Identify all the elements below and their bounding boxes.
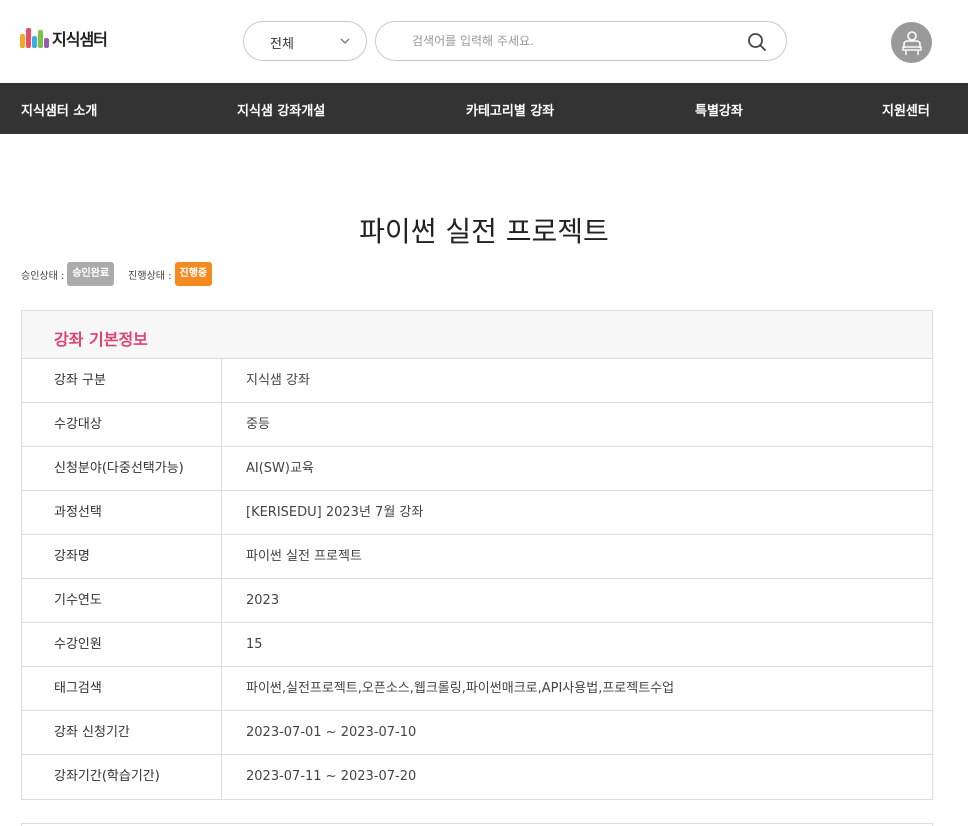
- category-select-value: 전체: [270, 37, 294, 52]
- row-value: 중등: [246, 417, 270, 432]
- table-row: 강좌 구분 지식샘 강좌: [22, 359, 932, 403]
- table-row: 태그검색 파이썬,실전프로젝트,오픈소스,웹크롤링,파이썬매크로,API사용법,…: [22, 667, 932, 711]
- row-key: 강좌기간(학습기간): [22, 755, 222, 799]
- row-key: 기수연도: [22, 579, 222, 622]
- row-key: 강좌 구분: [22, 359, 222, 402]
- status-row: 승인상태 : 승인완료 진행상태 : 진행중: [21, 262, 213, 286]
- page-title: 파이썬 실전 프로젝트: [359, 215, 609, 248]
- row-key: 수강인원: [22, 623, 222, 666]
- nav-item-special-courses[interactable]: 특별강좌: [695, 100, 743, 119]
- nav-item-category-courses[interactable]: 카테고리별 강좌: [466, 100, 554, 119]
- progress-status-label: 진행상태 :: [128, 270, 172, 282]
- search-bar: [375, 21, 787, 61]
- row-key: 태그검색: [22, 667, 222, 710]
- course-info-table: 강좌 기본정보 강좌 구분 지식샘 강좌 수강대상 중등 신청분야(다중선택가능…: [21, 310, 933, 800]
- row-key: 수강대상: [22, 403, 222, 446]
- row-value: 2023: [246, 593, 280, 608]
- category-select[interactable]: 전체: [243, 21, 367, 61]
- table-row: 수강인원 15: [22, 623, 932, 667]
- row-key: 신청분야(다중선택가능): [22, 447, 222, 490]
- table-row: 과정선택 [KERISEDU] 2023년 7월 강좌: [22, 491, 932, 535]
- logo-text: 지식샘터: [52, 30, 108, 49]
- course-info-heading: 강좌 기본정보: [54, 330, 148, 349]
- row-key: 강좌명: [22, 535, 222, 578]
- row-value: AI(SW)교육: [246, 461, 314, 476]
- approval-status-label: 승인상태 :: [21, 270, 65, 282]
- user-icon: [901, 30, 922, 55]
- chevron-down-icon: [340, 38, 350, 44]
- site-header: 지식샘터 전체: [0, 0, 968, 83]
- search-icon[interactable]: [746, 31, 768, 53]
- row-key: 과정선택: [22, 491, 222, 534]
- row-value: 2023-07-11 ~ 2023-07-20: [246, 769, 417, 784]
- table-row: 신청분야(다중선택가능) AI(SW)교육: [22, 447, 932, 491]
- approval-status-badge: 승인완료: [67, 262, 115, 286]
- row-value: 2023-07-01 ~ 2023-07-10: [246, 725, 417, 740]
- table-row: 기수연도 2023: [22, 579, 932, 623]
- course-info-header: 강좌 기본정보: [22, 311, 932, 359]
- user-menu-button[interactable]: [891, 22, 932, 63]
- main-nav: 지식샘터 소개 지식샘 강좌개설 카테고리별 강좌 특별강좌 지원센터: [0, 83, 968, 134]
- search-input[interactable]: [412, 31, 732, 51]
- row-value: 파이썬,실전프로젝트,오픈소스,웹크롤링,파이썬매크로,API사용법,프로젝트수…: [246, 681, 675, 696]
- row-key: 강좌 신청기간: [22, 711, 222, 754]
- logo-mark-icon: [20, 28, 49, 48]
- table-row: 수강대상 중등: [22, 403, 932, 447]
- progress-status-badge: 진행중: [174, 262, 213, 286]
- table-row: 강좌기간(학습기간) 2023-07-11 ~ 2023-07-20: [22, 755, 932, 799]
- table-row: 강좌 신청기간 2023-07-01 ~ 2023-07-10: [22, 711, 932, 755]
- row-value: 지식샘 강좌: [246, 373, 310, 388]
- table-row: 강좌명 파이썬 실전 프로젝트: [22, 535, 932, 579]
- row-value: 파이썬 실전 프로젝트: [246, 549, 362, 564]
- row-value: [KERISEDU] 2023년 7월 강좌: [246, 505, 424, 520]
- site-logo[interactable]: 지식샘터: [20, 25, 108, 51]
- row-value: 15: [246, 637, 263, 652]
- nav-item-open-course[interactable]: 지식샘 강좌개설: [237, 100, 325, 119]
- nav-item-support[interactable]: 지원센터: [882, 100, 930, 119]
- nav-item-about[interactable]: 지식샘터 소개: [21, 100, 97, 119]
